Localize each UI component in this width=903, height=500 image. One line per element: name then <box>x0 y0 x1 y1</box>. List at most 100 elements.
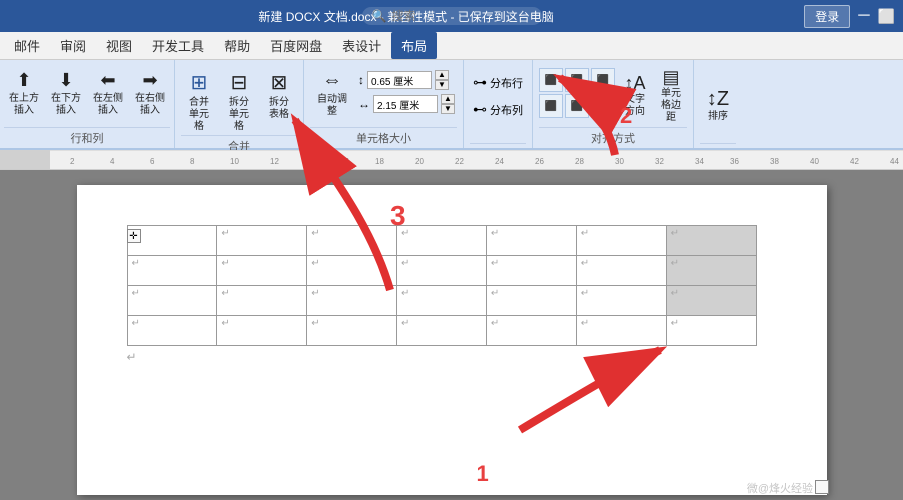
table-cell[interactable]: ↵ <box>486 256 576 286</box>
label-num2: 2 <box>620 103 632 129</box>
para-mark: ↵ <box>671 258 679 269</box>
window-minimize-icon[interactable]: ─ <box>858 7 869 25</box>
align-middleright-button[interactable]: ⬛ <box>591 94 615 118</box>
watermark: 微@烽火经验 <box>747 480 813 496</box>
align-topleft-button[interactable]: ⬛ <box>539 68 563 92</box>
table-cell[interactable]: ↵ <box>576 286 666 316</box>
table-cell[interactable]: ↵ <box>307 316 397 346</box>
auto-adjust-button[interactable]: ⇔ 自动调整 <box>310 66 354 121</box>
menu-item-view[interactable]: 视图 <box>96 32 142 59</box>
height-down-icon[interactable]: ▼ <box>435 80 449 90</box>
table-cell-shaded[interactable]: ↵ <box>666 256 756 286</box>
resize-handle[interactable] <box>815 480 829 494</box>
svg-text:2: 2 <box>70 157 75 166</box>
search-input[interactable] <box>391 9 521 23</box>
para-mark: ↵ <box>221 288 229 299</box>
menu-item-help[interactable]: 帮助 <box>214 32 260 59</box>
below-table-para: ↵ <box>127 350 777 364</box>
svg-text:16: 16 <box>340 157 349 166</box>
insert-below-button[interactable]: ⬇ 在下方插入 <box>46 68 86 119</box>
menu-item-baidunet[interactable]: 百度网盘 <box>260 32 332 59</box>
height-up-icon[interactable]: ▲ <box>435 70 449 80</box>
table-cell[interactable]: ↵ <box>397 286 487 316</box>
table-cell[interactable]: ↵ <box>576 226 666 256</box>
menu-item-dev[interactable]: 开发工具 <box>142 32 214 59</box>
insert-above-button[interactable]: ⬆ 在上方插入 <box>4 68 44 119</box>
para-mark: ↵ <box>221 228 229 239</box>
svg-text:6: 6 <box>150 157 155 166</box>
menu-item-layout[interactable]: 布局 <box>391 32 437 59</box>
table-cell[interactable]: ↵ <box>397 316 487 346</box>
para-mark: ↵ <box>671 288 679 299</box>
align-middleleft-button[interactable]: ⬛ <box>539 94 563 118</box>
table-cell[interactable]: ↵ <box>217 226 307 256</box>
align-topright-button[interactable]: ⬛ <box>591 68 615 92</box>
table-cell[interactable]: ↵ <box>217 256 307 286</box>
svg-text:36: 36 <box>730 157 739 166</box>
window-restore-icon[interactable]: ⬜ <box>878 8 895 25</box>
para-mark: ↵ <box>311 288 319 299</box>
ribbon-group-sort: ↕Z 排序 <box>694 60 742 148</box>
height-icon: ↕ <box>358 73 364 87</box>
svg-text:8: 8 <box>190 157 195 166</box>
para-mark: ↵ <box>581 288 589 299</box>
label-num3: 3 <box>390 200 406 232</box>
table-row: ↵ ↵ ↵ ↵ ↵ ↵ ↵ <box>127 256 756 286</box>
login-button[interactable]: 登录 <box>804 5 850 28</box>
width-down-icon[interactable]: ▼ <box>441 104 455 114</box>
table-cell[interactable]: ↵ <box>397 226 487 256</box>
svg-text:32: 32 <box>655 157 664 166</box>
table-move-handle[interactable]: ✛ <box>127 229 141 243</box>
menu-item-mail[interactable]: 邮件 <box>4 32 50 59</box>
svg-text:22: 22 <box>455 157 464 166</box>
table-cell[interactable]: ↵ <box>486 226 576 256</box>
insert-right-button[interactable]: ➡ 在右侧插入 <box>130 68 170 119</box>
table-cell[interactable]: ↵ <box>486 286 576 316</box>
insert-left-icon: ⬅ <box>100 70 115 91</box>
svg-text:18: 18 <box>375 157 384 166</box>
ribbon-group-rowcol-label: 行和列 <box>4 127 170 148</box>
split-table-icon: ⊠ <box>271 70 288 95</box>
sort-button[interactable]: ↕Z 排序 <box>700 78 736 133</box>
table-cell[interactable]: ↵ <box>666 316 756 346</box>
table-cell[interactable]: ↵ <box>307 286 397 316</box>
para-mark: ↵ <box>132 258 140 269</box>
split-table-button[interactable]: ⊠ 拆分表格 <box>261 68 297 123</box>
cell-width-input[interactable] <box>373 95 438 113</box>
align-topcenter-button[interactable]: ⬛ <box>565 68 589 92</box>
auto-adjust-icon: ⇔ <box>322 69 342 92</box>
menu-item-review[interactable]: 审阅 <box>50 32 96 59</box>
insert-below-icon: ⬇ <box>58 70 73 91</box>
table-cell[interactable]: ↵ <box>576 256 666 286</box>
ribbon-group-cellsize: ⇔ 自动调整 ↕ ▲ ▼ ↔ <box>304 60 464 148</box>
table-cell-shaded[interactable]: ↵ <box>666 286 756 316</box>
distribute-row-button[interactable]: ⊶ 分布行 <box>470 72 526 93</box>
svg-text:34: 34 <box>695 157 704 166</box>
distribute-row-icon: ⊶ <box>473 74 487 91</box>
distribute-col-button[interactable]: ⊷ 分布列 <box>470 99 526 120</box>
table-cell[interactable]: ↵ <box>307 256 397 286</box>
cell-height-input[interactable] <box>367 71 432 89</box>
table-cell[interactable]: ↵ <box>397 256 487 286</box>
cell-margin-button[interactable]: ▤ 单元格边距 <box>655 68 687 123</box>
menu-item-tabledesign[interactable]: 表设计 <box>332 32 391 59</box>
ribbon: ⬆ 在上方插入 ⬇ 在下方插入 ⬅ 在左侧插入 ➡ 在右侧插入 行和列 <box>0 60 903 150</box>
para-mark: ↵ <box>671 318 679 329</box>
split-cells-button[interactable]: ⊟ 拆分单元格 <box>221 68 257 135</box>
ruler: // generated inline ticks 2 4 6 8 10 12 … <box>0 150 903 170</box>
insert-left-button[interactable]: ⬅ 在左侧插入 <box>88 68 128 119</box>
para-mark: ↵ <box>581 228 589 239</box>
table-cell[interactable]: ↵ <box>127 286 217 316</box>
align-middlecenter-button[interactable]: ⬛ <box>565 94 589 118</box>
width-up-icon[interactable]: ▲ <box>441 94 455 104</box>
table-cell[interactable]: ↵ <box>217 286 307 316</box>
table-cell[interactable]: ↵ <box>307 226 397 256</box>
table-cell-shaded[interactable]: ↵ <box>666 226 756 256</box>
merge-cells-button[interactable]: ⊞ 合并单元格 <box>181 68 217 135</box>
table-cell[interactable]: ↵ <box>576 316 666 346</box>
table-cell[interactable]: ↵ <box>127 316 217 346</box>
label-num1: 1 <box>477 461 489 487</box>
table-cell[interactable]: ↵ <box>217 316 307 346</box>
table-cell[interactable]: ↵ <box>127 256 217 286</box>
table-cell[interactable]: ↵ <box>486 316 576 346</box>
